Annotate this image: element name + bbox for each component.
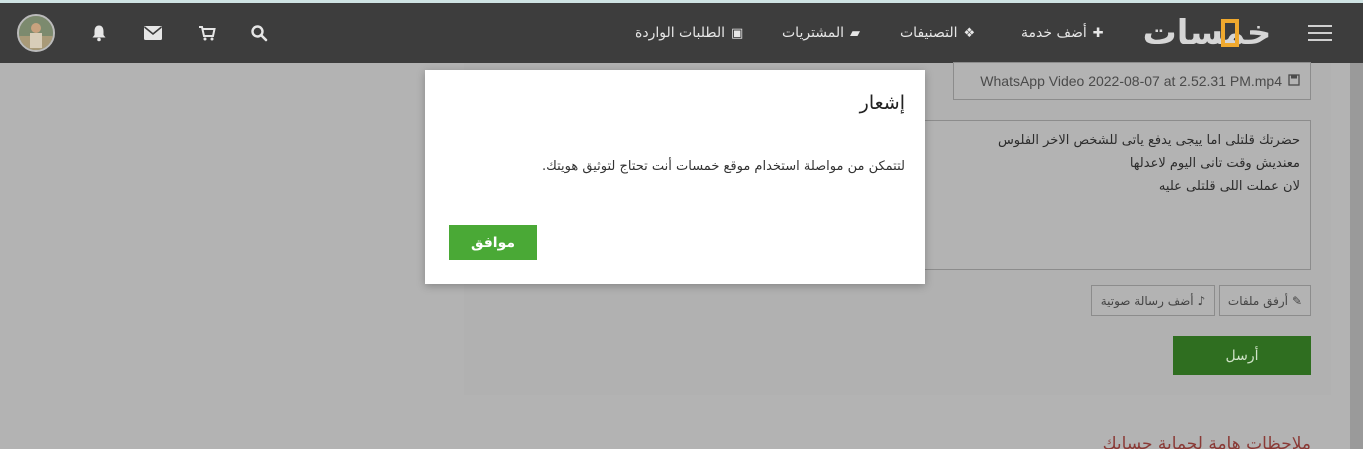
modal-message: لتتمكن من مواصلة استخدام موقع خمسات أنت …	[542, 159, 905, 174]
svg-text:خمسات: خمسات	[1143, 13, 1272, 53]
modal-title: إشعار	[859, 92, 905, 114]
folder-icon: ▰	[850, 25, 861, 41]
scrollbar[interactable]	[1350, 63, 1363, 449]
attached-file[interactable]: WhatsApp Video 2022-08-07 at 2.52.31 PM.…	[953, 62, 1311, 100]
nav-categories-label: التصنيفات	[900, 25, 958, 41]
logo-graphic: خمسات	[1143, 13, 1272, 53]
search-icon[interactable]	[248, 22, 270, 44]
khamsat-logo[interactable]: خمسات	[1134, 13, 1280, 53]
nav-incoming-orders[interactable]: ▣ الطلبات الواردة	[635, 22, 743, 44]
attach-files-button[interactable]: ✎ أرفق ملفات	[1219, 285, 1311, 316]
nav-purchases[interactable]: ▰ المشتريات	[782, 22, 860, 44]
add-voice-message-button[interactable]: ♪ أضف رسالة صوتية	[1091, 285, 1215, 316]
notification-modal: إشعار لتتمكن من مواصلة استخدام موقع خمسا…	[425, 70, 925, 284]
nav-purchases-label: المشتريات	[782, 25, 845, 41]
menu-icon[interactable]	[1308, 25, 1332, 43]
nav-categories[interactable]: ❖ التصنيفات	[900, 22, 975, 44]
file-name: WhatsApp Video 2022-08-07 at 2.52.31 PM.…	[980, 73, 1282, 89]
attach-files-label: أرفق ملفات	[1227, 293, 1289, 308]
plus-icon: ✚	[1092, 25, 1104, 41]
avatar[interactable]	[17, 14, 55, 52]
send-button[interactable]: أرسل	[1173, 336, 1311, 375]
save-icon	[1288, 73, 1300, 89]
cubes-icon: ❖	[963, 25, 976, 41]
nav-incoming-orders-label: الطلبات الواردة	[635, 25, 726, 41]
add-voice-message-label: أضف رسالة صوتية	[1100, 293, 1194, 308]
cart-icon[interactable]	[196, 22, 218, 44]
nav-add-service[interactable]: ✚ أضف خدمة	[1021, 22, 1104, 44]
nav-add-service-label: أضف خدمة	[1021, 25, 1087, 41]
microphone-icon: ♪	[1197, 293, 1206, 308]
bell-icon[interactable]	[88, 22, 110, 44]
navbar: خمسات ✚ أضف خدمة ❖ التصنيفات ▰ المشتريات…	[0, 3, 1363, 63]
paperclip-icon: ✎	[1292, 293, 1303, 308]
ok-button[interactable]: موافق	[449, 225, 537, 260]
envelope-icon[interactable]	[142, 22, 164, 44]
notes-title: ملاحظات هامة لحماية حسابك	[1102, 434, 1311, 449]
truck-icon: ▣	[731, 25, 744, 41]
message-textarea[interactable]: حضرتك قلتلى اما ييجى يدفع ياتى للشخص الا…	[916, 120, 1311, 270]
